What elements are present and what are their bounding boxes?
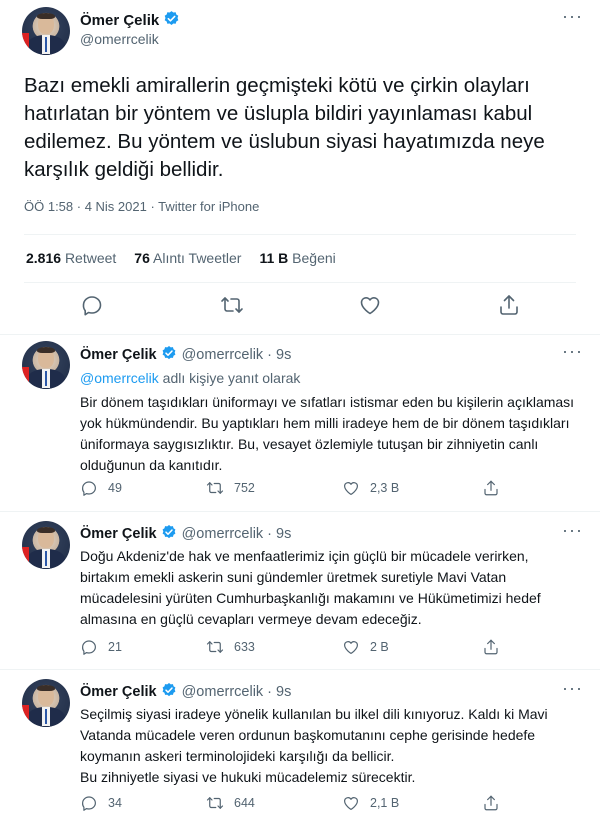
verified-badge-icon — [163, 10, 180, 31]
main-tweet-actions — [0, 293, 600, 321]
likes-count: 11 B — [259, 250, 289, 266]
retweets-count: 2.816 — [26, 250, 62, 266]
reply-text: Seçilmiş siyasi iradeye yönelik kullanıl… — [80, 706, 548, 785]
author-handle[interactable]: @omerrcelik — [80, 31, 159, 47]
share-icon[interactable] — [497, 293, 521, 317]
retweets-label: Retweet — [64, 250, 117, 266]
more-icon[interactable]: ··· — [562, 341, 583, 362]
reply-handle[interactable]: @omerrcelik — [182, 526, 264, 542]
reply-display-name[interactable]: Ömer Çelik — [80, 347, 157, 363]
more-icon[interactable]: ··· — [562, 6, 583, 27]
reply-tweet[interactable]: Ömer Çelik @omerrcelik · 9s ··· @omerrce… — [0, 335, 600, 511]
author-display-name[interactable]: Ömer Çelik — [80, 12, 159, 29]
reply-to-mention[interactable]: @omerrcelik — [80, 370, 159, 386]
like-count: 2,3 B — [370, 481, 400, 495]
more-icon[interactable]: ··· — [562, 678, 583, 699]
reply-icon[interactable] — [80, 293, 104, 317]
like-button[interactable]: 2,1 B — [342, 794, 399, 812]
author-handle-row: @omerrcelik — [80, 31, 159, 47]
retweet-count: 644 — [234, 796, 255, 810]
verified-badge-icon — [161, 524, 177, 544]
share-button[interactable] — [482, 479, 510, 497]
likes-stat[interactable]: 11 B Beğeni — [259, 250, 335, 266]
avatar[interactable] — [22, 679, 70, 727]
share-icon — [484, 639, 498, 655]
tweet-stats: 2.816 Retweet 76 Alıntı Tweetler 11 B Be… — [26, 250, 354, 266]
like-button[interactable]: 2 B — [342, 638, 389, 656]
reply-icon — [82, 640, 96, 655]
retweet-count: 633 — [234, 640, 255, 654]
reply-handle[interactable]: @omerrcelik — [182, 684, 264, 700]
reply-to-label: adlı kişiye yanıt olarak — [162, 370, 301, 386]
reply-count: 21 — [108, 640, 122, 654]
reply-text: Bir dönem taşıdıkları üniformayı ve sıfa… — [80, 394, 575, 473]
reply-button[interactable]: 21 — [80, 638, 122, 656]
reply-time[interactable]: · 9s — [267, 684, 291, 700]
reply-icon — [82, 481, 96, 496]
reply-time[interactable]: · 9s — [267, 526, 291, 542]
reply-actions: 49 752 2,3 B — [80, 479, 560, 499]
reply-icon — [82, 796, 96, 811]
avatar[interactable] — [22, 521, 70, 569]
likes-label: Beğeni — [292, 250, 336, 266]
heart-icon — [344, 797, 358, 810]
heart-icon — [344, 641, 358, 654]
verified-badge-icon — [161, 682, 177, 702]
retweet-icon — [206, 641, 224, 653]
reply-button[interactable]: 34 — [80, 794, 122, 812]
reply-header: Ömer Çelik @omerrcelik · 9s — [80, 524, 291, 544]
tweet-meta: ÖÖ 1:58 · 4 Nis 2021 · Twitter for iPhon… — [24, 199, 260, 214]
share-button[interactable] — [482, 794, 510, 812]
reply-tweet[interactable]: Ömer Çelik @omerrcelik · 9s ··· Doğu Akd… — [0, 512, 600, 669]
like-count: 2,1 B — [370, 796, 400, 810]
quotes-stat[interactable]: 76 Alıntı Tweetler — [134, 250, 241, 266]
divider — [24, 234, 576, 235]
reply-text: Doğu Akdeniz'de hak ve menfaatlerimiz iç… — [80, 548, 541, 627]
reply-header: Ömer Çelik @omerrcelik · 9s — [80, 682, 291, 702]
quotes-count: 76 — [134, 250, 150, 266]
retweet-icon — [206, 482, 224, 494]
quotes-label: Alıntı Tweetler — [153, 250, 242, 266]
reply-button[interactable]: 49 — [80, 479, 122, 497]
reply-count: 49 — [108, 481, 122, 495]
reply-time[interactable]: · 9s — [267, 347, 291, 363]
retweets-stat[interactable]: 2.816 Retweet — [26, 250, 116, 266]
retweet-count: 752 — [234, 481, 255, 495]
reply-context: @omerrcelik adlı kişiye yanıt olarak — [80, 370, 300, 386]
divider — [24, 282, 576, 283]
share-icon — [484, 795, 498, 811]
heart-icon[interactable] — [358, 293, 382, 317]
main-tweet: Ömer Çelik @omerrcelik ··· Bazı emekli a… — [0, 0, 600, 334]
reply-header: Ömer Çelik @omerrcelik · 9s — [80, 345, 291, 365]
avatar[interactable] — [22, 341, 70, 389]
reply-display-name[interactable]: Ömer Çelik — [80, 526, 157, 542]
more-icon[interactable]: ··· — [562, 520, 583, 541]
reply-tweet[interactable]: Ömer Çelik @omerrcelik · 9s ··· Seçilmiş… — [0, 670, 600, 818]
author-name-row: Ömer Çelik — [80, 10, 180, 31]
retweet-button[interactable]: 633 — [206, 638, 255, 656]
share-button[interactable] — [482, 638, 510, 656]
reply-display-name[interactable]: Ömer Çelik — [80, 684, 157, 700]
reply-actions: 34 644 2,1 B — [80, 794, 560, 814]
like-button[interactable]: 2,3 B — [342, 479, 399, 497]
reply-actions: 21 633 2 B — [80, 638, 560, 658]
retweet-icon[interactable] — [220, 293, 244, 317]
retweet-button[interactable]: 752 — [206, 479, 255, 497]
heart-icon — [344, 482, 358, 495]
tweet-text: Bazı emekli amirallerin geçmişteki kötü … — [24, 74, 545, 181]
share-icon — [484, 480, 498, 496]
retweet-icon — [206, 797, 224, 809]
avatar[interactable] — [22, 7, 70, 55]
like-count: 2 B — [370, 640, 389, 654]
reply-handle[interactable]: @omerrcelik — [182, 347, 264, 363]
retweet-button[interactable]: 644 — [206, 794, 255, 812]
verified-badge-icon — [161, 345, 177, 365]
reply-count: 34 — [108, 796, 122, 810]
